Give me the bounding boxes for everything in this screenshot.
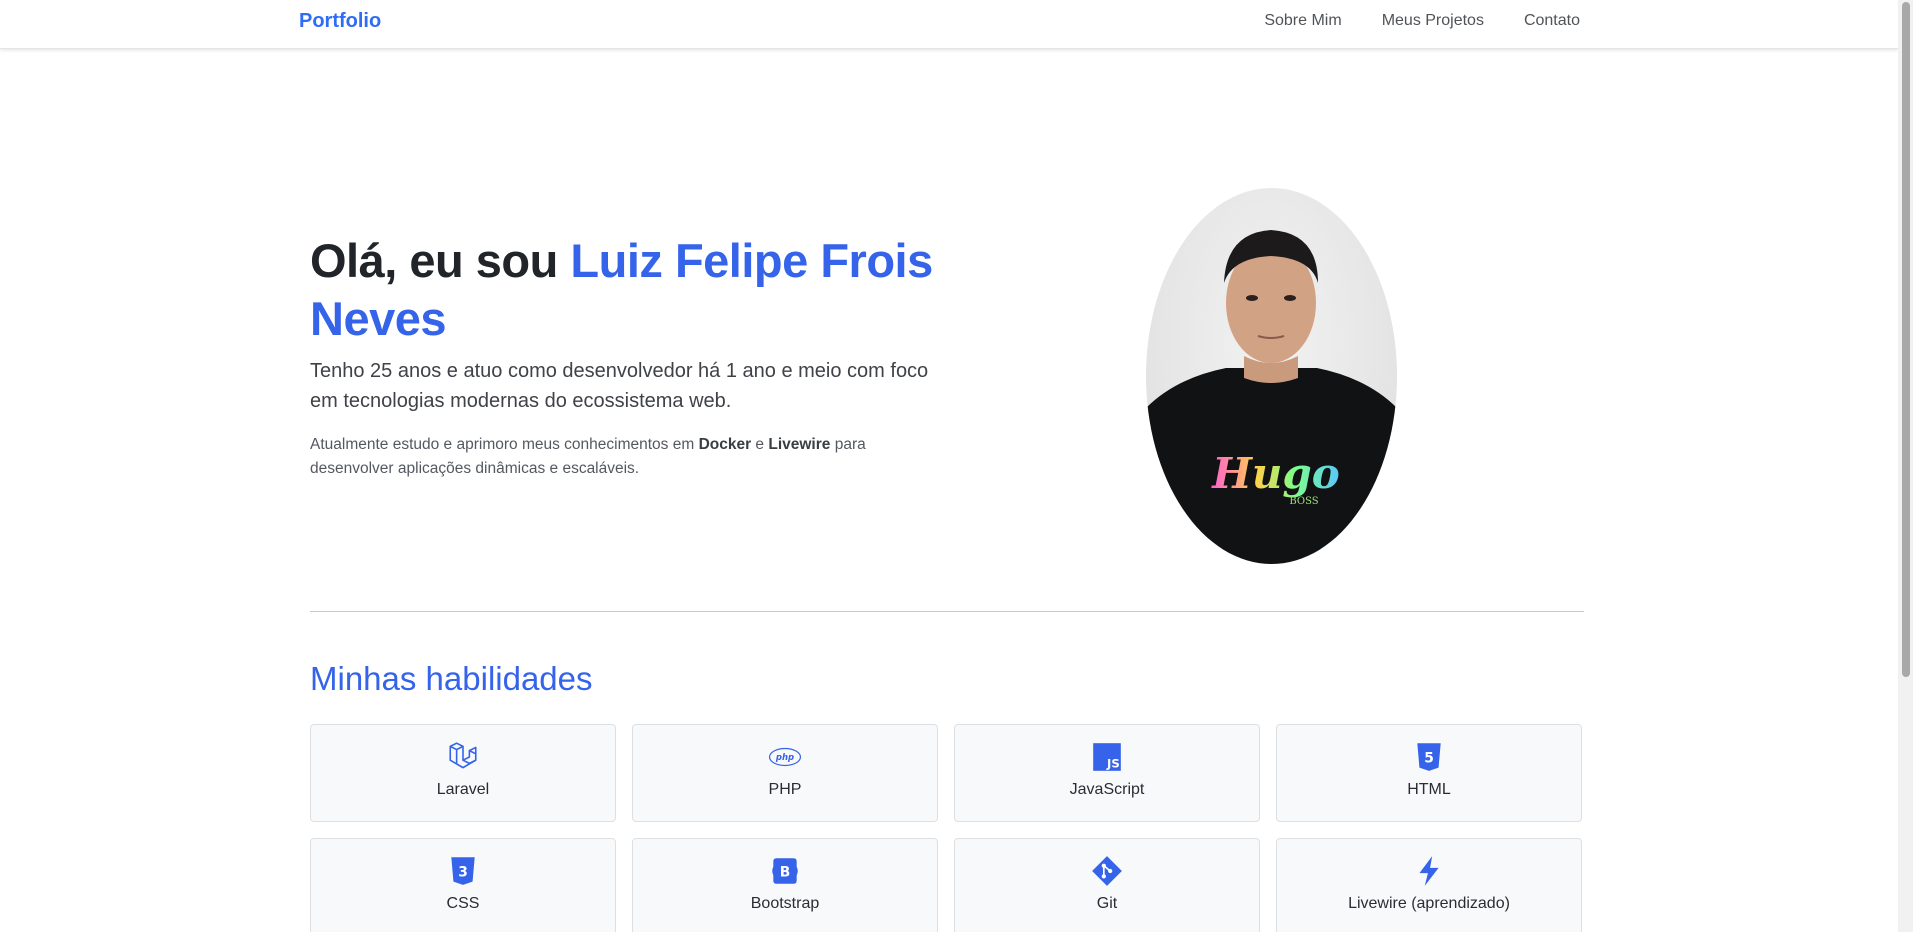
nav-link-contato[interactable]: Contato bbox=[1524, 12, 1580, 30]
brand-link[interactable]: Portfolio bbox=[299, 10, 381, 33]
skill-label: Git bbox=[1096, 895, 1118, 912]
nav-link-meus-projetos[interactable]: Meus Projetos bbox=[1382, 12, 1484, 30]
desc-tech-livewire: Livewire bbox=[768, 436, 831, 453]
skill-label: JavaScript bbox=[1069, 781, 1145, 798]
skill-card-javascript: JS JavaScript bbox=[954, 724, 1260, 822]
desc-prefix: Atualmente estudo e aprimoro meus conhec… bbox=[310, 436, 699, 453]
hero-lead: Tenho 25 anos e atuo como desenvolvedor … bbox=[310, 360, 929, 412]
hero-description: Atualmente estudo e aprimoro meus conhec… bbox=[310, 433, 950, 481]
bootstrap-icon: B bbox=[767, 853, 803, 889]
skill-card-laravel: Laravel bbox=[310, 724, 616, 822]
desc-tech-docker: Docker bbox=[698, 436, 752, 453]
css3-icon: 3 bbox=[445, 853, 481, 889]
skill-label: PHP bbox=[768, 781, 802, 798]
skill-label: Laravel bbox=[436, 781, 490, 798]
profile-photo: Hugo BOSS bbox=[1146, 188, 1397, 564]
hero-greeting: Olá, eu sou bbox=[310, 234, 571, 287]
php-icon: php bbox=[767, 739, 803, 775]
html5-icon: 5 bbox=[1411, 739, 1447, 775]
skill-label: HTML bbox=[1407, 781, 1451, 798]
section-divider bbox=[310, 611, 1584, 612]
hero-title: Olá, eu sou Luiz Felipe Frois Neves bbox=[310, 232, 970, 348]
page-scrollbar[interactable] bbox=[1898, 0, 1913, 932]
skill-card-html: 5 HTML bbox=[1276, 724, 1582, 822]
skill-card-git: Git bbox=[954, 838, 1260, 932]
svg-text:B: B bbox=[780, 864, 791, 880]
laravel-icon bbox=[445, 739, 481, 775]
skills-grid: Laravel php PHP JS JavaScript 5 HTML 3 C… bbox=[310, 724, 1584, 932]
svg-text:JS: JS bbox=[1106, 757, 1120, 771]
nav-links: Sobre Mim Meus Projetos Contato bbox=[1264, 12, 1580, 30]
svg-text:php: php bbox=[775, 753, 794, 763]
git-icon bbox=[1089, 853, 1125, 889]
shirt-logo-subtext: BOSS bbox=[1289, 496, 1318, 507]
skill-label: Bootstrap bbox=[750, 895, 820, 912]
javascript-icon: JS bbox=[1089, 739, 1125, 775]
svg-text:3: 3 bbox=[458, 864, 468, 880]
profile-photo-illustration: Hugo BOSS bbox=[1146, 230, 1397, 564]
skill-card-livewire: Livewire (aprendizado) bbox=[1276, 838, 1582, 932]
shirt-logo-text: Hugo bbox=[1211, 449, 1340, 498]
nav-link-sobre-mim[interactable]: Sobre Mim bbox=[1264, 12, 1341, 30]
svg-text:5: 5 bbox=[1424, 750, 1434, 766]
scrollbar-thumb[interactable] bbox=[1902, 2, 1910, 677]
skill-label: Livewire (aprendizado) bbox=[1348, 895, 1510, 912]
navbar: Portfolio Sobre Mim Meus Projetos Contat… bbox=[0, 0, 1898, 49]
skills-title: Minhas habilidades bbox=[310, 660, 593, 697]
desc-and: e bbox=[751, 436, 769, 453]
skill-card-bootstrap: B Bootstrap bbox=[632, 838, 938, 932]
lightning-icon bbox=[1411, 853, 1447, 889]
skill-card-php: php PHP bbox=[632, 724, 938, 822]
skill-label: CSS bbox=[446, 895, 480, 912]
skill-card-css: 3 CSS bbox=[310, 838, 616, 932]
